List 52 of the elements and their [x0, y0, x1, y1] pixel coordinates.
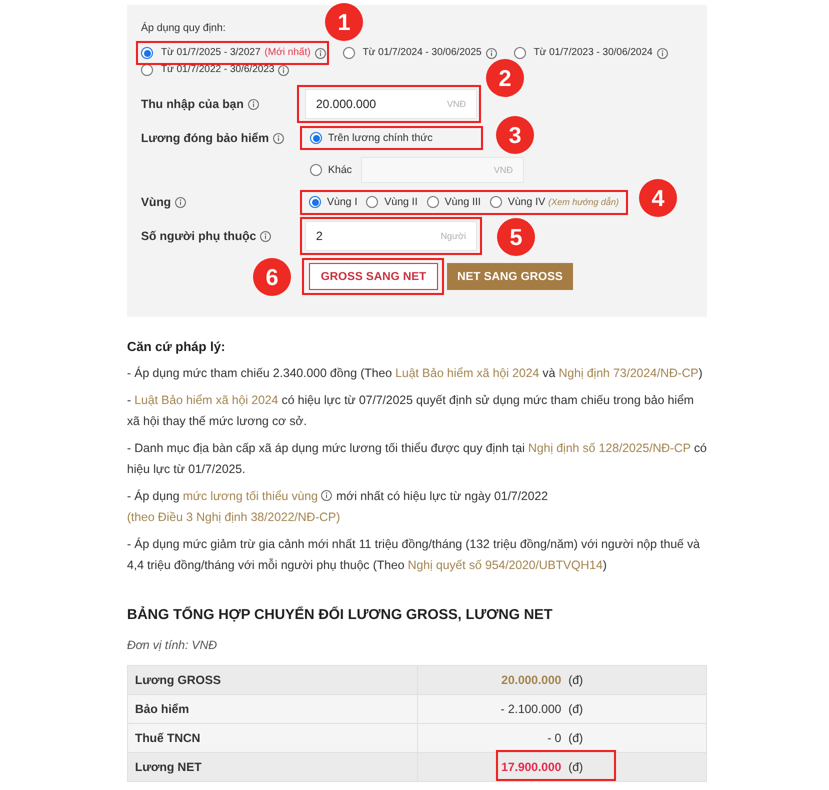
currency-text: (đ) — [568, 673, 583, 687]
number-badge: 6 — [253, 258, 291, 296]
field-label: Số người phụ thuộc — [141, 229, 256, 243]
legal-heading: Căn cứ pháp lý: — [127, 338, 226, 356]
summary-title: BẢNG TỔNG HỢP CHUYỂN ĐỔI LƯƠNG GROSS, LƯƠNG NET — [127, 605, 554, 625]
number-badge: 1 — [325, 3, 363, 41]
number-badge: 3 — [496, 116, 534, 154]
legal-link[interactable]: mức lương tối thiểu vùng — [182, 489, 318, 503]
regulation-option[interactable]: Từ 01/7/2024 - 30/06/2025 — [342, 46, 497, 60]
convert-button[interactable]: NET SANG GROSS — [447, 263, 573, 290]
income-field[interactable]: 20.000.000 VNĐ — [305, 89, 477, 119]
currency-text: (đ) — [568, 731, 583, 745]
regulation-option[interactable]: Từ 01/7/2023 - 30/06/2024 — [514, 46, 668, 60]
region-option[interactable]: Vùng I — [309, 195, 358, 209]
field-label: Vùng — [141, 195, 171, 209]
table-cell-text: Thuế TNCN — [134, 730, 202, 747]
number-badge: 5 — [497, 218, 535, 256]
legal-link[interactable]: Nghị định 73/2024/NĐ-CP — [558, 366, 698, 380]
legal-paragraph: - Danh mục địa bàn cấp xã áp dụng mức lương tối thiểu được quy định tại Nghị định số 128/2025/NĐ-CP có hiệu lực từ 01/7/2025. — [127, 440, 707, 478]
unit-note: Đơn vị tính: VNĐ — [127, 637, 218, 653]
legal-link[interactable]: Luật Bảo hiểm xã hội 2024 — [395, 366, 540, 380]
legal-link[interactable]: Nghị định số 128/2025/NĐ-CP — [528, 441, 691, 455]
legal-paragraph: - Áp dụng mức tham chiếu 2.340.000 đồng (Theo Luật Bảo hiểm xã hội 2024 và Nghị định 73/2024/NĐ-CP) — [127, 365, 704, 382]
table-cell-text: Bảo hiểm — [134, 701, 190, 718]
legal-link[interactable]: Nghị quyết số 954/2020/UBTVQH14 — [408, 558, 603, 572]
currency-text: (đ) — [568, 760, 583, 774]
section-label: Áp dụng quy định: — [141, 21, 226, 35]
region-option[interactable]: Vùng IV — [490, 195, 546, 209]
field-label: Thu nhập của bạn — [141, 97, 244, 111]
table-cell-text: Lương GROSS — [134, 672, 222, 689]
legal-link[interactable]: (theo Điều 3 Nghị định 38/2022/NĐ-CP) — [127, 510, 340, 524]
table-cell-text: Lương NET — [134, 759, 203, 776]
convert-button[interactable]: GROSS SANG NET — [309, 263, 438, 290]
number-badge: 2 — [486, 59, 524, 97]
insurance-option[interactable]: Khác — [305, 163, 352, 177]
insurance-option[interactable]: Trên lương chính thức — [305, 131, 433, 145]
dependents-field[interactable]: 2 Người — [305, 221, 477, 251]
field-label: Lương đóng bảo hiểm — [141, 131, 269, 145]
region-option[interactable]: Vùng II — [366, 195, 418, 209]
currency-text: (đ) — [568, 702, 583, 716]
amount-text: - 2.100.000 — [500, 702, 562, 716]
amount-text: - 0 — [547, 731, 562, 745]
regulation-option[interactable]: Từ 01/7/2022 - 30/6/2023 — [141, 63, 290, 77]
legal-link[interactable]: Luật Bảo hiểm xã hội 2024 — [134, 393, 278, 407]
amount-text: 17.900.000 — [501, 760, 562, 774]
legal-paragraph: - Áp dụng mức lương tối thiểu vùng mới nhất có hiệu lực từ ngày 01/7/2022 (theo Điều 3 Nghị định 38/2022/NĐ-CP) — [127, 488, 549, 526]
number-badge: 4 — [639, 179, 677, 217]
regulation-option[interactable]: Từ 01/7/2025 - 3/2027 (Mới nhất) — [141, 46, 326, 60]
legal-paragraph: - Áp dụng mức giảm trừ gia cảnh mới nhất 11 triệu đồng/tháng (132 triệu đồng/năm) với người nộp thuế và 4,4 triệu đồng/tháng với mỗi người phụ thuộc (Theo Nghị quyết số 954/2020/UBTVQH14) — [127, 536, 701, 574]
legal-paragraph: - Luật Bảo hiểm xã hội 2024 có hiệu lực từ 07/7/2025 quyết định sử dụng mức tham chiếu trong bảo hiểm xã hội thay thế mức lương cơ sở. — [127, 392, 695, 430]
region-option[interactable]: Vùng III — [426, 195, 481, 209]
amount-text: 20.000.000 — [501, 673, 562, 687]
